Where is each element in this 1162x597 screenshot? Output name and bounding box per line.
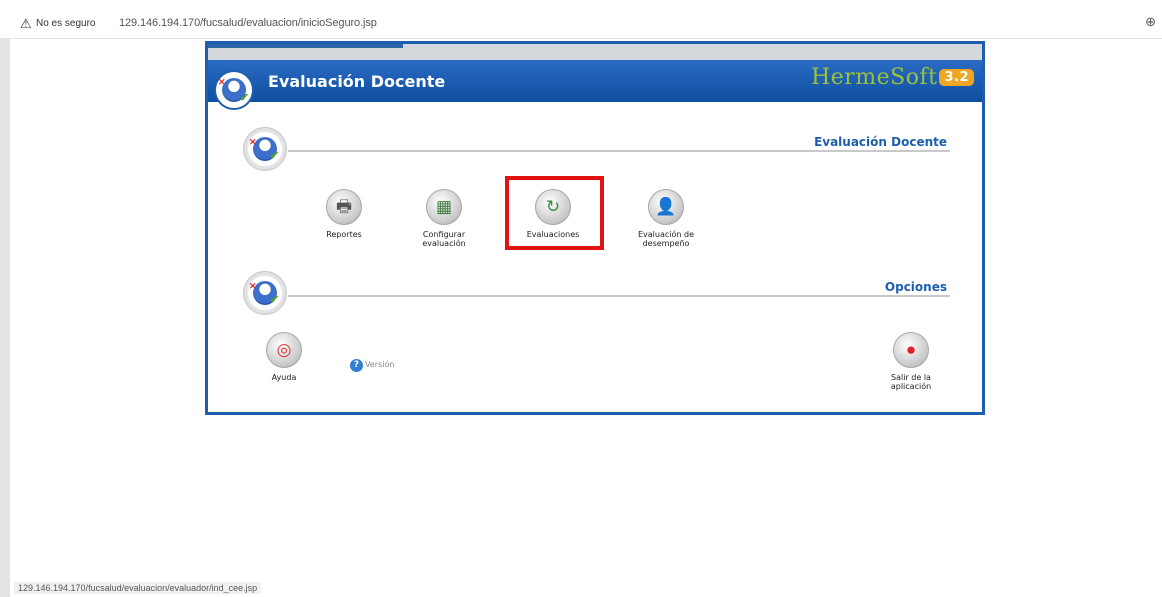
performance-glyph: 👤 — [655, 197, 677, 216]
section-divider — [288, 150, 950, 152]
configure-label-line2: evaluación — [422, 239, 466, 248]
lifebuoy-glyph: ◎ — [276, 340, 292, 359]
address-bar[interactable]: ⚠ No es seguro 129.146.194.170/fucsalud/… — [0, 0, 1162, 39]
hermesoft-logo: HermeSoft 3.2 — [811, 65, 974, 90]
security-label[interactable]: No es seguro — [36, 18, 95, 29]
section-title-options: Opciones — [884, 280, 947, 294]
highlight-box — [505, 176, 604, 250]
exit-label: Salir de la aplicación — [871, 373, 951, 391]
status-url: 129.146.194.170/fucsalud/evaluacion/eval… — [14, 582, 262, 594]
version-link[interactable]: ? Versión — [350, 359, 394, 372]
section-badge-evaluation: ✕ ✔ — [243, 127, 287, 171]
help-button[interactable]: ◎ Ayuda — [244, 332, 324, 382]
lifebuoy-icon: ◎ — [266, 332, 302, 368]
check-mark-icon: ✔ — [269, 150, 279, 162]
performance-evaluation-button[interactable]: 👤 Evaluación de desempeño — [626, 189, 706, 248]
help-circle-icon: ? — [350, 359, 363, 372]
x-mark-icon: ✕ — [249, 281, 257, 291]
config-icon: ▦ — [426, 189, 462, 225]
performance-label: Evaluación de desempeño — [626, 230, 706, 248]
app-header: Evaluación Docente HermeSoft 3.2 — [208, 60, 982, 102]
exit-button[interactable]: ● Salir de la aplicación — [871, 332, 951, 391]
url-text[interactable]: 129.146.194.170/fucsalud/evaluacion/inic… — [119, 17, 377, 29]
exit-label-line1: Salir de la — [891, 373, 931, 382]
config-glyph: ▦ — [435, 197, 453, 216]
performance-label-line2: desempeño — [642, 239, 690, 248]
configure-label-line1: Configurar — [422, 230, 466, 239]
zoom-icon[interactable]: ⊕ — [1145, 14, 1156, 30]
section-badge-options: ✕ ✔ — [243, 271, 287, 315]
exit-icon: ● — [893, 332, 929, 368]
warning-icon[interactable]: ⚠ — [20, 16, 32, 32]
x-mark-icon: ✕ — [249, 137, 257, 147]
top-strip-accent — [208, 44, 403, 48]
header-title: Evaluación Docente — [268, 72, 446, 91]
performance-icon: 👤 — [648, 189, 684, 225]
printer-glyph: 🖶 — [335, 197, 353, 216]
printer-icon: 🖶 — [326, 189, 362, 225]
reports-button[interactable]: 🖶 Reportes — [304, 189, 384, 239]
reports-label: Reportes — [326, 230, 362, 239]
section-title-evaluation: Evaluación Docente — [814, 135, 947, 149]
configure-evaluation-button[interactable]: ▦ Configurar evaluación — [404, 189, 484, 248]
help-label: Ayuda — [271, 373, 297, 382]
version-label: Versión — [365, 360, 395, 369]
window-left-strip — [0, 0, 10, 597]
logo-version: 3.2 — [939, 69, 974, 86]
top-strip — [208, 44, 982, 60]
check-mark-icon: ✔ — [269, 294, 279, 306]
header-avatar-icon: ✕ ✔ — [214, 70, 254, 110]
section-divider — [288, 295, 950, 297]
logo-text: HermeSoft — [811, 65, 938, 90]
x-mark-icon: ✕ — [218, 77, 226, 87]
configure-label: Configurar evaluación — [404, 230, 484, 248]
exit-label-line2: aplicación — [890, 382, 932, 391]
performance-label-line1: Evaluación de — [637, 230, 694, 239]
check-mark-icon: ✔ — [239, 92, 249, 104]
exit-glyph: ● — [905, 340, 917, 359]
